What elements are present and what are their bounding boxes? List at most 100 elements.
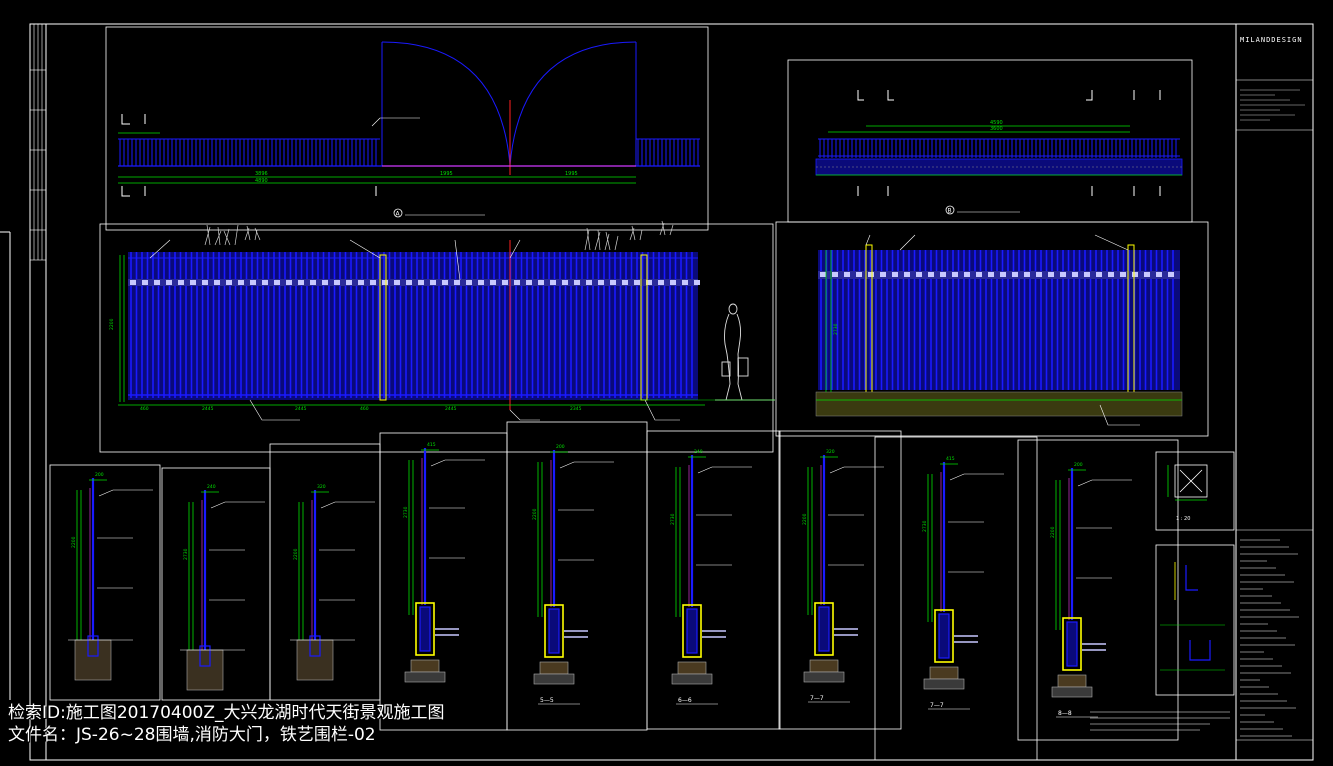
section-leader xyxy=(559,461,614,469)
rail-dash xyxy=(334,280,340,285)
section-label: 7—7 xyxy=(810,695,824,702)
rail-dash xyxy=(598,280,604,285)
rail-dash xyxy=(214,280,220,285)
rail-dash xyxy=(502,280,508,285)
rail-dash xyxy=(466,280,472,285)
dim-top-a-3: 1995 xyxy=(565,171,578,177)
rail-dash xyxy=(622,280,628,285)
rail-dash xyxy=(928,272,934,277)
rail-dash xyxy=(916,272,922,277)
section-height-text: 2200 xyxy=(1050,526,1056,538)
detail-box-top xyxy=(1167,464,1208,501)
rail-dash xyxy=(1012,272,1018,277)
brand-logo: MILANDDESIGN xyxy=(1240,36,1303,44)
rail-dash xyxy=(538,280,544,285)
section-detail: 8—8 200 2200 xyxy=(1050,462,1132,718)
fence-elevation-mid-a: 460 2445 2445 460 2445 2345 2200 xyxy=(109,220,775,421)
rail-dash xyxy=(454,280,460,285)
rail-dash xyxy=(226,280,232,285)
section-foundation xyxy=(74,639,112,681)
section-label: 7—7 xyxy=(930,702,944,709)
rail-dash xyxy=(1108,272,1114,277)
section-detail: 320 2200 xyxy=(290,484,375,681)
section-leader xyxy=(829,466,884,474)
rail-dash xyxy=(964,272,970,277)
section-height-text: 2200 xyxy=(532,508,538,520)
section-foundation xyxy=(929,666,959,680)
dim-top-a-1: 3896 xyxy=(255,171,268,177)
rail-dash xyxy=(1084,272,1090,277)
rail-dash xyxy=(574,280,580,285)
rail-dash xyxy=(370,280,376,285)
rail-dash xyxy=(394,280,400,285)
human-figure-icon xyxy=(715,303,775,401)
rail-dash xyxy=(490,280,496,285)
section-foundation-base xyxy=(923,678,965,690)
section-dim-text: 320 xyxy=(317,484,326,490)
rail-dash xyxy=(1036,272,1042,277)
section-detail: 6—6 240 2730 xyxy=(670,449,752,705)
section-foundation xyxy=(410,659,440,673)
rail-dash xyxy=(868,272,874,277)
section-leader xyxy=(320,501,375,509)
detail-box-bottom xyxy=(1160,562,1225,671)
section-dim-text: 240 xyxy=(207,484,216,490)
rail-dash xyxy=(1024,272,1030,277)
dim-mid-a-2: 2445 xyxy=(202,406,214,412)
rail-dash xyxy=(586,280,592,285)
section-dim-text: 200 xyxy=(556,444,565,450)
rail-dash xyxy=(844,272,850,277)
section-dim-text: 320 xyxy=(826,449,835,455)
rail-dash xyxy=(562,280,568,285)
section-foundation-base xyxy=(803,671,845,683)
dim-mid-a-height: 2200 xyxy=(109,318,115,330)
section-height-text: 2200 xyxy=(802,513,808,525)
section-foundation-base xyxy=(671,673,713,685)
rail-dash xyxy=(526,280,532,285)
section-foundation-base xyxy=(1051,686,1093,698)
rail-dash xyxy=(670,280,676,285)
fence-elevation-mid-b: 2730 xyxy=(815,234,1183,426)
section-dim-text: 415 xyxy=(946,456,955,462)
section-detail: 7—7 320 2200 xyxy=(802,449,884,703)
fence-pickets-top-b xyxy=(819,139,1177,158)
section-height-text: 2730 xyxy=(403,506,409,518)
fence-pickets-top-a xyxy=(119,139,699,166)
rail-dash xyxy=(856,272,862,277)
rail-dash xyxy=(238,280,244,285)
section-post-core xyxy=(548,608,560,654)
section-height-text: 2730 xyxy=(183,548,189,560)
rail-dash xyxy=(1132,272,1138,277)
rail-dash xyxy=(418,280,424,285)
rail-dash xyxy=(382,280,388,285)
section-foundation xyxy=(186,649,224,691)
left-strip xyxy=(29,24,47,261)
section-dim-text: 240 xyxy=(694,449,703,455)
rail-dash xyxy=(322,280,328,285)
dim-mid-b-height: 2730 xyxy=(833,323,839,335)
section-foundation xyxy=(539,661,569,675)
section-detail: 240 2730 xyxy=(180,484,265,691)
dim-mid-a-1: 460 xyxy=(140,406,149,412)
section-leader xyxy=(1077,479,1132,487)
section-leader xyxy=(430,459,485,467)
section-height-text: 2200 xyxy=(293,548,299,560)
rail-dash xyxy=(940,272,946,277)
rail-dash xyxy=(430,280,436,285)
rail-dash xyxy=(1144,272,1150,277)
rail-dash xyxy=(142,280,148,285)
rail-dash xyxy=(880,272,886,277)
rail-dash xyxy=(1120,272,1126,277)
rail-dash xyxy=(832,272,838,277)
rail-dash xyxy=(358,280,364,285)
rail-dash xyxy=(694,280,700,285)
dim-mid-a-3: 2445 xyxy=(295,406,307,412)
rail-dash xyxy=(634,280,640,285)
rail-dash xyxy=(904,272,910,277)
section-post-core xyxy=(938,613,950,659)
rail-dash xyxy=(610,280,616,285)
section-post-core xyxy=(686,608,698,654)
dim-mid-a-4: 460 xyxy=(360,406,369,412)
section-foundation xyxy=(1057,674,1087,688)
fence-elevation-b: 4590 3600 B xyxy=(815,90,1183,215)
